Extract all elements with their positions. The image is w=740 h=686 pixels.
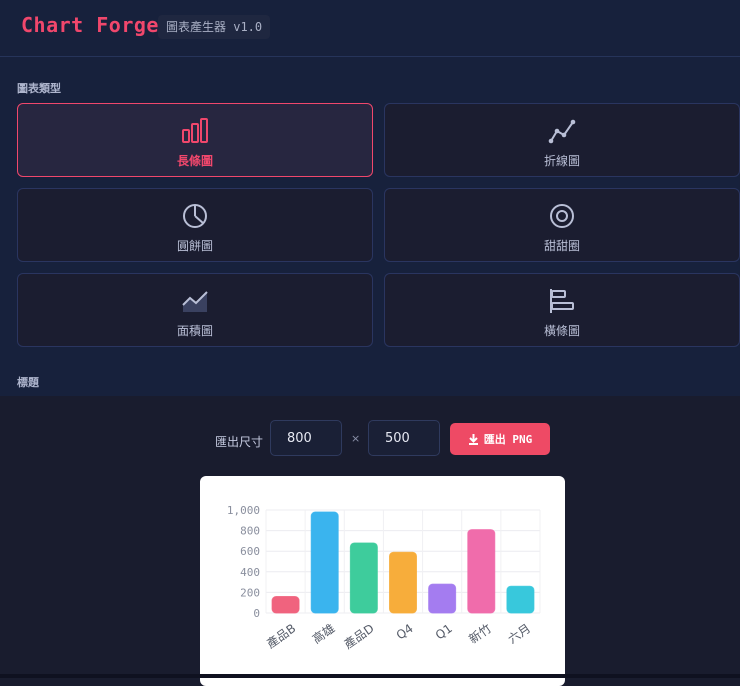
export-png-button[interactable]: 匯出 PNG — [450, 423, 550, 455]
title-section-label: 標題 — [17, 376, 39, 389]
app-header: Chart Forge 圖表產生器 v1.0 — [0, 0, 740, 57]
chart-type-label: 橫條圖 — [543, 324, 580, 338]
settings-panel: Chart Forge 圖表產生器 v1.0 圖表類型 長條圖 折線圖 圓餅圖 — [0, 0, 740, 396]
chart-type-line[interactable]: 折線圖 — [384, 103, 740, 177]
y-tick-label: 600 — [240, 545, 260, 558]
bar — [467, 529, 496, 614]
y-tick-label: 0 — [253, 607, 260, 620]
chart-type-section-label: 圖表類型 — [17, 82, 61, 95]
export-size-label: 匯出尺寸 — [215, 435, 264, 449]
x-tick-label: Q1 — [433, 621, 455, 642]
chart-preview: 0 200 400 600 800 1,000 產品B 高雄 產品D Q4 Q1 新竹 六月 — [200, 476, 565, 686]
bottom-border — [0, 674, 740, 678]
y-tick-label: 200 — [240, 586, 260, 599]
chart-type-donut[interactable]: 甜甜圈 — [384, 188, 740, 262]
bar — [349, 542, 378, 614]
export-width-input[interactable] — [270, 420, 342, 456]
chart-type-label: 長條圖 — [176, 154, 213, 168]
export-height-input[interactable] — [368, 420, 440, 456]
chart-type-label: 面積圖 — [176, 324, 213, 338]
bar — [506, 585, 535, 614]
bar-chart-icon — [182, 118, 208, 143]
bar — [310, 511, 339, 614]
x-tick-label: 新竹 — [466, 620, 494, 646]
download-icon — [468, 434, 478, 445]
chart-type-area[interactable]: 面積圖 — [17, 273, 373, 347]
bar — [271, 596, 300, 614]
app-title: Chart Forge — [21, 13, 159, 37]
chart-type-label: 甜甜圈 — [543, 239, 580, 253]
version-badge: 圖表產生器 v1.0 — [158, 15, 271, 39]
pie-chart-icon — [183, 204, 207, 228]
bar-chart: 0 200 400 600 800 1,000 產品B 高雄 產品D Q4 Q1 新竹 六月 — [227, 504, 541, 652]
times-symbol: × — [351, 432, 361, 445]
y-tick-label: 1,000 — [227, 504, 260, 517]
chart-type-horizontal-bar[interactable]: 橫條圖 — [384, 273, 740, 347]
chart-type-label: 折線圖 — [543, 154, 580, 168]
x-tick-label: Q4 — [394, 621, 416, 642]
donut-chart-icon — [550, 204, 574, 228]
chart-type-bar[interactable]: 長條圖 — [17, 103, 373, 177]
x-tick-label: 高雄 — [309, 620, 337, 646]
chart-type-label: 圓餅圖 — [176, 239, 213, 253]
y-tick-label: 400 — [240, 566, 260, 579]
x-tick-label: 產品B — [263, 620, 298, 651]
y-tick-label: 800 — [240, 525, 260, 538]
line-chart-icon — [548, 119, 576, 144]
bar — [389, 551, 417, 614]
chart-type-pie[interactable]: 圓餅圖 — [17, 188, 373, 262]
export-button-label: 匯出 PNG — [483, 433, 533, 446]
x-tick-label: 六月 — [505, 621, 533, 646]
horizontal-bar-icon — [550, 289, 574, 313]
bar — [428, 583, 457, 614]
x-tick-label: 產品D — [341, 620, 377, 651]
area-chart-icon — [182, 291, 208, 312]
